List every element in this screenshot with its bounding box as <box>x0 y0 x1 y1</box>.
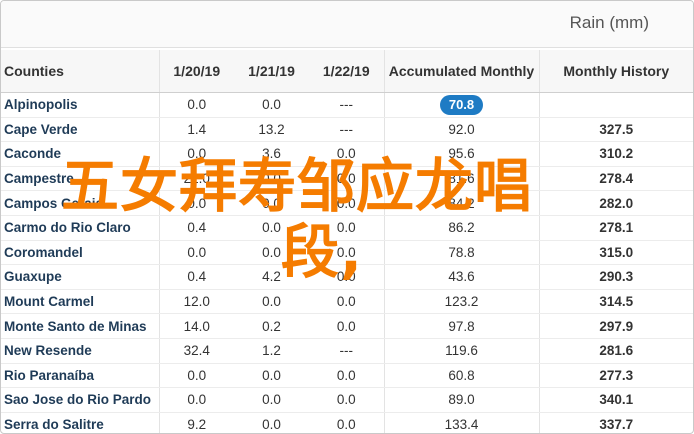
cell-d3: 0.0 <box>309 387 385 413</box>
column-header-date-3[interactable]: 1/22/19 <box>309 50 385 93</box>
cell-acc: 70.8 <box>384 92 540 118</box>
cell-d3: 0.0 <box>309 313 385 339</box>
table-row[interactable]: Monte Santo de Minas 14.0 0.2 0.0 97.8 297.9 <box>1 313 693 339</box>
cell-d3: --- <box>309 117 385 143</box>
column-header-counties[interactable]: Counties <box>1 50 160 93</box>
table-row[interactable]: Alpinopolis 0.0 0.0 --- 70.8 <box>1 92 693 118</box>
cell-d1: 0.0 <box>159 387 234 413</box>
column-header-date-1[interactable]: 1/20/19 <box>159 50 234 93</box>
cell-d3: --- <box>309 338 385 364</box>
column-header-date-2[interactable]: 1/21/19 <box>234 50 309 93</box>
cell-d1: 0.0 <box>159 92 234 118</box>
cell-name: Monte Santo de Minas <box>1 313 160 339</box>
cell-acc: 89.0 <box>384 387 540 413</box>
watermark-overlay-text: 五女拜寿邹应龙唱 段, <box>61 153 671 285</box>
cell-acc: 123.2 <box>384 289 540 315</box>
cell-name: Rio Paranaíba <box>1 363 160 389</box>
cell-hist: 297.9 <box>539 313 693 339</box>
unit-label: Rain (mm) <box>569 13 649 32</box>
cell-d2: 0.0 <box>234 289 309 315</box>
cell-d2: 0.0 <box>234 363 309 389</box>
cell-name: Cape Verde <box>1 117 160 143</box>
cell-d3: 0.0 <box>309 363 385 389</box>
highlight-badge: 70.8 <box>439 94 484 115</box>
cell-hist: 314.5 <box>539 289 693 315</box>
cell-acc: 133.4 <box>384 412 540 433</box>
cell-acc: 119.6 <box>384 338 540 364</box>
cell-d3: 0.0 <box>309 289 385 315</box>
cell-d1: 1.4 <box>159 117 234 143</box>
cell-name: Alpinopolis <box>1 92 160 118</box>
table-header-band: Rain (mm) <box>1 1 693 48</box>
table-row[interactable]: Sao Jose do Rio Pardo 0.0 0.0 0.0 89.0 340.1 <box>1 387 693 413</box>
table-row[interactable]: Cape Verde 1.4 13.2 --- 92.0 327.5 <box>1 117 693 143</box>
cell-name: Mount Carmel <box>1 289 160 315</box>
table-row[interactable]: Rio Paranaíba 0.0 0.0 0.0 60.8 277.3 <box>1 363 693 389</box>
cell-acc: 97.8 <box>384 313 540 339</box>
cell-d2: 0.2 <box>234 313 309 339</box>
cell-hist: 340.1 <box>539 387 693 413</box>
rain-table-widget: Rain (mm) Counties 1/20/19 1/21/19 1/22/… <box>0 0 694 434</box>
cell-hist: 281.6 <box>539 338 693 364</box>
table-row[interactable]: New Resende 32.4 1.2 --- 119.6 281.6 <box>1 338 693 364</box>
cell-d2: 0.0 <box>234 92 309 118</box>
cell-d2: 0.0 <box>234 412 309 433</box>
cell-hist: 327.5 <box>539 117 693 143</box>
cell-hist: 337.7 <box>539 412 693 433</box>
cell-acc: 60.8 <box>384 363 540 389</box>
cell-d2: 13.2 <box>234 117 309 143</box>
table-row[interactable]: Mount Carmel 12.0 0.0 0.0 123.2 314.5 <box>1 289 693 315</box>
cell-d3: 0.0 <box>309 412 385 433</box>
table-row[interactable]: Serra do Salitre 9.2 0.0 0.0 133.4 337.7 <box>1 412 693 433</box>
cell-d1: 14.0 <box>159 313 234 339</box>
cell-d1: 12.0 <box>159 289 234 315</box>
cell-d3: --- <box>309 92 385 118</box>
cell-d1: 32.4 <box>159 338 234 364</box>
table-header-row: Counties 1/20/19 1/21/19 1/22/19 Accumul… <box>1 50 693 93</box>
cell-d1: 0.0 <box>159 363 234 389</box>
column-header-accumulated[interactable]: Accumulated Monthly <box>384 50 540 93</box>
cell-d2: 1.2 <box>234 338 309 364</box>
overlay-line-2: 段, <box>281 218 364 286</box>
cell-d2: 0.0 <box>234 387 309 413</box>
cell-name: Serra do Salitre <box>1 412 160 433</box>
overlay-line-1: 五女拜寿邹应龙唱 <box>61 152 534 220</box>
cell-name: Sao Jose do Rio Pardo <box>1 387 160 413</box>
cell-name: New Resende <box>1 338 160 364</box>
cell-d1: 9.2 <box>159 412 234 433</box>
cell-acc: 92.0 <box>384 117 540 143</box>
cell-hist <box>539 92 693 118</box>
cell-hist: 277.3 <box>539 363 693 389</box>
column-header-history[interactable]: Monthly History <box>539 50 693 93</box>
